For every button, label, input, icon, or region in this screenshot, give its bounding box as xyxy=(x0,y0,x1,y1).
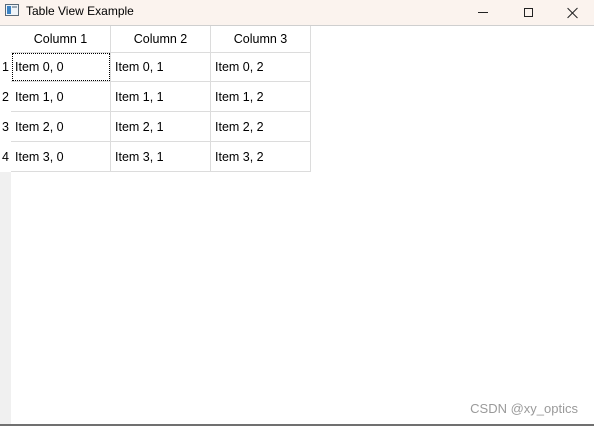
row-header[interactable]: 4 xyxy=(0,142,11,172)
table-cell[interactable]: Item 3, 1 xyxy=(111,142,211,172)
window-title: Table View Example xyxy=(26,4,134,18)
table-cell[interactable]: Item 0, 2 xyxy=(211,52,311,82)
table-cell[interactable]: Item 1, 2 xyxy=(211,82,311,112)
close-icon xyxy=(567,7,579,19)
watermark-text: CSDN @xy_optics xyxy=(470,401,578,416)
column-header[interactable]: Column 1 xyxy=(11,26,111,52)
table-cell[interactable]: Item 1, 1 xyxy=(111,82,211,112)
row-header[interactable]: 1 xyxy=(0,52,11,82)
table-cell[interactable]: Item 2, 2 xyxy=(211,112,311,142)
minimize-icon xyxy=(478,12,488,13)
table-view[interactable]: Column 1 Column 2 Column 3 1 Item 0, 0 I… xyxy=(0,26,311,172)
row-header[interactable]: 2 xyxy=(0,82,11,112)
close-button[interactable] xyxy=(550,0,594,25)
table-window-icon xyxy=(5,4,19,16)
row-header[interactable]: 3 xyxy=(0,112,11,142)
column-header[interactable]: Column 3 xyxy=(211,26,311,52)
maximize-button[interactable] xyxy=(505,0,551,25)
column-header[interactable]: Column 2 xyxy=(111,26,211,52)
minimize-button[interactable] xyxy=(460,0,506,25)
title-bar: Table View Example xyxy=(0,0,594,26)
maximize-icon xyxy=(523,8,533,17)
table-cell[interactable]: Item 2, 0 xyxy=(11,112,111,142)
table-cell[interactable]: Item 0, 1 xyxy=(111,52,211,82)
table-cell[interactable]: Item 1, 0 xyxy=(11,82,111,112)
table-cell[interactable]: Item 3, 2 xyxy=(211,142,311,172)
table-cell[interactable]: Item 2, 1 xyxy=(111,112,211,142)
table-cell[interactable]: Item 0, 0 xyxy=(11,52,111,82)
table-cell[interactable]: Item 3, 0 xyxy=(11,142,111,172)
corner-button[interactable] xyxy=(0,26,11,52)
